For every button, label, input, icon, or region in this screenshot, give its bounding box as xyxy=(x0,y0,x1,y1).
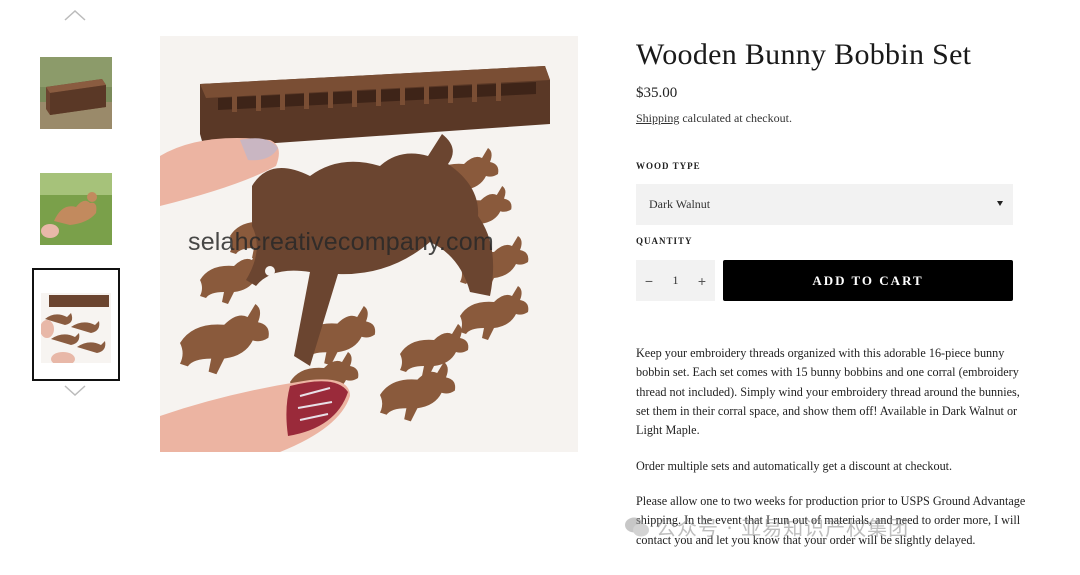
product-info: Wooden Bunny Bobbin Set $35.00 Shipping … xyxy=(636,38,1025,547)
thumbnail-3-selected[interactable] xyxy=(32,268,120,381)
product-title: Wooden Bunny Bobbin Set xyxy=(636,38,972,71)
chevron-up-icon xyxy=(64,9,86,21)
product-price: $35.00 xyxy=(636,85,678,101)
thumbnail-scroll-up-button[interactable] xyxy=(62,8,88,22)
quantity-increase-button[interactable]: + xyxy=(689,260,715,301)
description-paragraph: Order multiple sets and automatically ge… xyxy=(636,459,953,473)
main-product-image[interactable]: selahcreativecompany.com xyxy=(160,36,578,452)
shipping-note-text: calculated at checkout. xyxy=(679,111,792,125)
thumbnail-image xyxy=(41,293,111,363)
add-to-cart-button[interactable]: Add to cart xyxy=(723,260,1013,301)
quantity-label: Quantity xyxy=(636,236,693,246)
quantity-input[interactable]: 1 xyxy=(662,260,689,301)
description-paragraph: Please allow one to two weeks for produc… xyxy=(636,494,1026,547)
quantity-stepper: − 1 + xyxy=(636,260,715,301)
chevron-down-icon xyxy=(64,385,86,397)
description-paragraph: Keep your embroidery threads organized w… xyxy=(636,346,1020,438)
quantity-decrease-button[interactable]: − xyxy=(636,260,662,301)
thumbnail-image xyxy=(40,57,112,129)
image-watermark-text: selahcreativecompany.com xyxy=(188,228,494,256)
thumbnail-image xyxy=(40,173,112,245)
thumbnail-2[interactable] xyxy=(40,173,112,245)
thumbnail-1[interactable] xyxy=(40,57,112,129)
caret-down-icon xyxy=(997,201,1003,206)
shipping-link[interactable]: Shipping xyxy=(636,111,679,125)
wood-type-select[interactable]: Dark Walnut xyxy=(636,184,1013,225)
wood-type-label: Wood type xyxy=(636,161,701,171)
wood-type-selected-value: Dark Walnut xyxy=(649,197,711,211)
shipping-note: Shipping calculated at checkout. xyxy=(636,111,792,126)
thumbnail-scroll-down-button[interactable] xyxy=(62,384,88,398)
